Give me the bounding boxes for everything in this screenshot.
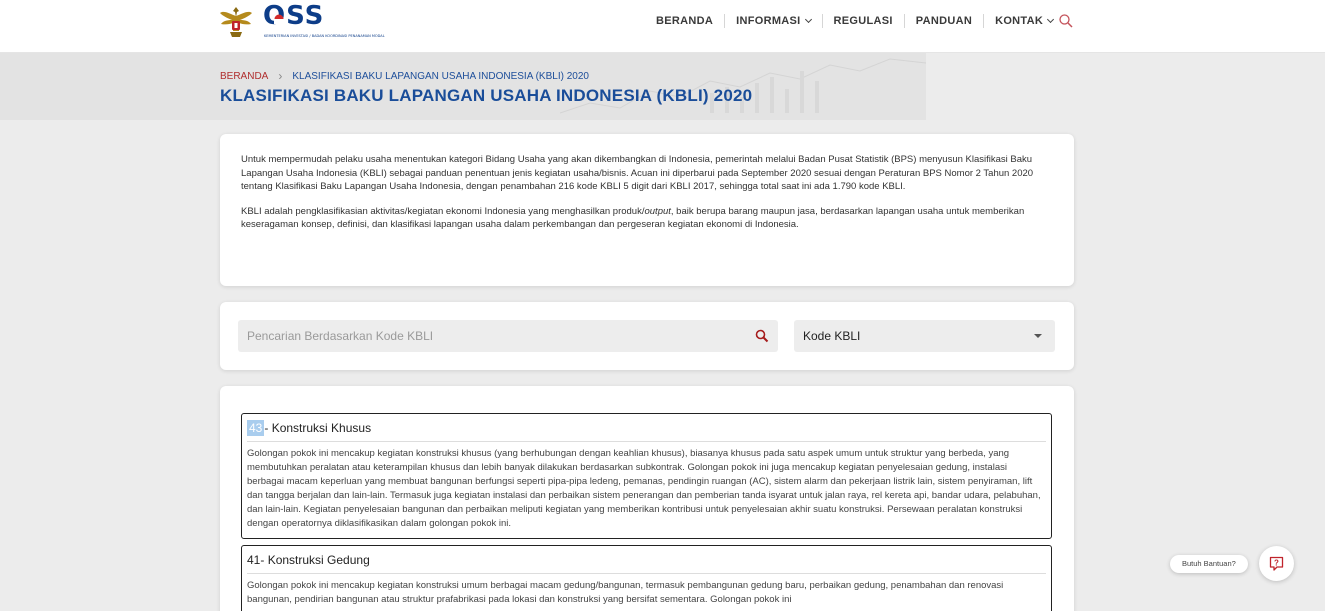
- intro-p2-text: KBLI adalah pengklasifikasian aktivitas/…: [241, 205, 645, 217]
- result-description: Golongan pokok ini mencakup kegiatan kon…: [247, 580, 1004, 605]
- svg-text:?: ?: [1274, 559, 1279, 568]
- result-item[interactable]: 41 - Konstruksi Gedung Golongan pokok in…: [241, 545, 1052, 611]
- result-code: 41: [247, 552, 261, 567]
- intro-p2-emphasis: output: [644, 205, 671, 217]
- breadcrumb-home[interactable]: BERANDA: [220, 71, 268, 82]
- intro-paragraph-2: KBLI adalah pengklasifikasian aktivitas/…: [241, 205, 1053, 232]
- nav-regulasi[interactable]: REGULASI: [823, 15, 904, 27]
- breadcrumb: BERANDA › KLASIFIKASI BAKU LAPANGAN USAH…: [220, 69, 589, 83]
- nav-beranda[interactable]: BERANDA: [645, 15, 724, 27]
- oss-logo[interactable]: OSS KEMENTERIAN INVESTASI / BADAN KOORDI…: [263, 1, 385, 45]
- select-value: Kode KBLI: [803, 329, 861, 343]
- nav-regulasi-label: REGULASI: [833, 15, 893, 27]
- nav-informasi[interactable]: INFORMASI: [725, 15, 821, 27]
- garuda-emblem-icon: [220, 7, 252, 37]
- main-nav: BERANDA INFORMASI REGULASI PANDUAN KONTA…: [645, 0, 1064, 42]
- results-card: 43 - Konstruksi Khusus Golongan pokok in…: [220, 386, 1074, 611]
- page-title: KLASIFIKASI BAKU LAPANGAN USAHA INDONESI…: [220, 86, 753, 105]
- search-input[interactable]: [238, 320, 778, 352]
- search-icon[interactable]: [1058, 13, 1074, 29]
- result-title: - Konstruksi Khusus: [264, 420, 372, 435]
- result-header: 41 - Konstruksi Gedung: [247, 546, 1046, 574]
- caret-down-icon: [1034, 334, 1042, 338]
- logo-subtitle: KEMENTERIAN INVESTASI / BADAN KOORDINASI…: [264, 34, 385, 38]
- search-icon[interactable]: [755, 329, 769, 343]
- chevron-down-icon: [1047, 15, 1055, 24]
- result-item[interactable]: 43 - Konstruksi Khusus Golongan pokok in…: [241, 413, 1052, 539]
- result-header: 43 - Konstruksi Khusus: [247, 414, 1046, 442]
- breadcrumb-separator: ›: [278, 69, 283, 83]
- help-label[interactable]: Butuh Bantuan?: [1170, 555, 1248, 573]
- nav-panduan[interactable]: PANDUAN: [905, 15, 983, 27]
- result-code: 43: [247, 419, 265, 436]
- help-question-icon: ?: [1269, 556, 1284, 571]
- nav-beranda-label: BERANDA: [656, 15, 714, 27]
- intro-card: Untuk mempermudah pelaku usaha menentuka…: [220, 134, 1074, 286]
- intro-paragraph-1: Untuk mempermudah pelaku usaha menentuka…: [241, 154, 1034, 192]
- nav-informasi-label: INFORMASI: [736, 15, 801, 27]
- search-type-select[interactable]: Kode KBLI: [794, 320, 1055, 352]
- chevron-down-icon: [804, 15, 812, 24]
- result-title: - Konstruksi Gedung: [260, 552, 370, 567]
- top-navbar: OSS KEMENTERIAN INVESTASI / BADAN KOORDI…: [0, 0, 1325, 53]
- help-button[interactable]: ?: [1259, 546, 1294, 581]
- result-description: Golongan pokok ini mencakup kegiatan kon…: [247, 448, 1041, 529]
- search-field: [238, 320, 778, 352]
- search-card: Kode KBLI: [220, 302, 1074, 370]
- nav-kontak[interactable]: KONTAK: [984, 15, 1064, 27]
- nav-kontak-label: KONTAK: [995, 15, 1044, 27]
- breadcrumb-current: KLASIFIKASI BAKU LAPANGAN USAHA INDONESI…: [292, 70, 589, 82]
- nav-panduan-label: PANDUAN: [915, 15, 973, 27]
- logo-mark-icon: [274, 14, 284, 24]
